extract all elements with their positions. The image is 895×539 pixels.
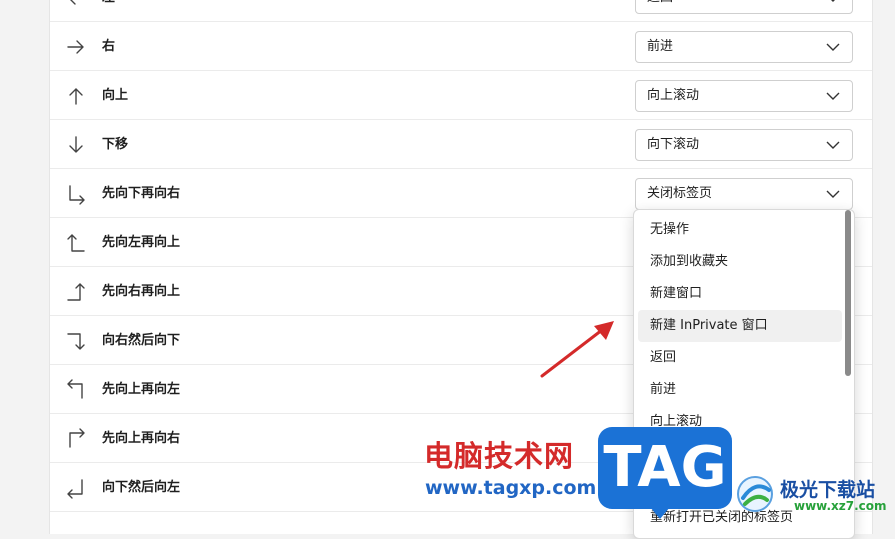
watermark-site-cn: 电脑技术网 xyxy=(424,439,575,473)
watermark-brand-logo-icon xyxy=(737,476,773,512)
gesture-label: 右 xyxy=(102,39,116,54)
chevron-down-icon xyxy=(826,92,840,100)
gesture-action-select[interactable]: 向上滚动 xyxy=(635,80,853,112)
select-value: 向下滚动 xyxy=(647,137,700,152)
chevron-down-icon xyxy=(826,141,840,149)
up-then-left-icon xyxy=(67,379,83,399)
right-then-down-icon xyxy=(67,333,85,350)
arrow-down-icon xyxy=(69,136,83,153)
gesture-label: 先向左再向上 xyxy=(102,235,181,250)
gesture-row: 下移 向下滚动 xyxy=(50,121,872,169)
dropdown-scrollbar[interactable] xyxy=(845,210,851,376)
left-then-up-icon xyxy=(67,234,85,252)
gesture-action-select[interactable]: 向下滚动 xyxy=(635,129,853,161)
up-then-right-icon xyxy=(69,428,85,448)
dropdown-option[interactable]: 添加到收藏夹 xyxy=(638,246,842,278)
dropdown-option[interactable]: 新建 InPrivate 窗口 xyxy=(638,310,842,342)
dropdown-option[interactable]: 无操作 xyxy=(638,214,842,246)
watermark-tag-text: TAG xyxy=(603,435,727,500)
right-then-up-icon xyxy=(67,283,85,301)
dropdown-option[interactable]: 前进 xyxy=(638,374,842,406)
down-then-left-icon xyxy=(67,479,83,499)
gesture-label: 下移 xyxy=(102,137,129,152)
gesture-label: 向右然后向下 xyxy=(102,333,181,348)
select-value: 关闭标签页 xyxy=(647,186,713,201)
gesture-action-select[interactable]: 前进 xyxy=(635,31,853,63)
gesture-action-select[interactable]: 返回 xyxy=(635,0,853,14)
watermark-tag-logo: TAG xyxy=(598,427,732,519)
gesture-label: 先向上再向左 xyxy=(102,382,181,397)
arrow-up-icon xyxy=(69,88,83,105)
chevron-down-icon xyxy=(831,0,835,2)
gesture-row: 左 返回 xyxy=(50,0,872,22)
gesture-label: 先向右再向上 xyxy=(102,284,181,299)
watermark-brand-name: 极光下载站 xyxy=(780,479,876,501)
select-value: 返回 xyxy=(647,0,673,13)
down-then-right-icon xyxy=(69,185,85,205)
gesture-row: 向上 向上滚动 xyxy=(50,72,872,120)
watermark-brand-url: www.xz7.com xyxy=(794,499,887,513)
gesture-label: 先向下再向右 xyxy=(102,186,181,201)
gesture-row: 右 前进 xyxy=(50,23,872,71)
gesture-label: 先向上再向右 xyxy=(102,431,181,446)
select-value: 向上滚动 xyxy=(647,88,700,103)
select-value: 前进 xyxy=(647,39,674,54)
chevron-down-icon xyxy=(826,190,840,198)
red-annotation-arrow-icon xyxy=(540,321,614,378)
gesture-label: 向下然后向左 xyxy=(102,480,181,495)
watermark-site-url: www.tagxp.com xyxy=(425,477,597,499)
gesture-action-select[interactable]: 关闭标签页 xyxy=(635,178,853,210)
arrow-left-icon xyxy=(70,0,76,5)
dropdown-option[interactable]: 返回 xyxy=(638,342,842,374)
dropdown-option[interactable]: 新建窗口 xyxy=(638,278,842,310)
gesture-label: 左 xyxy=(102,0,115,22)
gesture-label: 向上 xyxy=(102,88,129,103)
arrow-right-icon xyxy=(67,40,84,54)
chevron-down-icon xyxy=(826,43,840,51)
